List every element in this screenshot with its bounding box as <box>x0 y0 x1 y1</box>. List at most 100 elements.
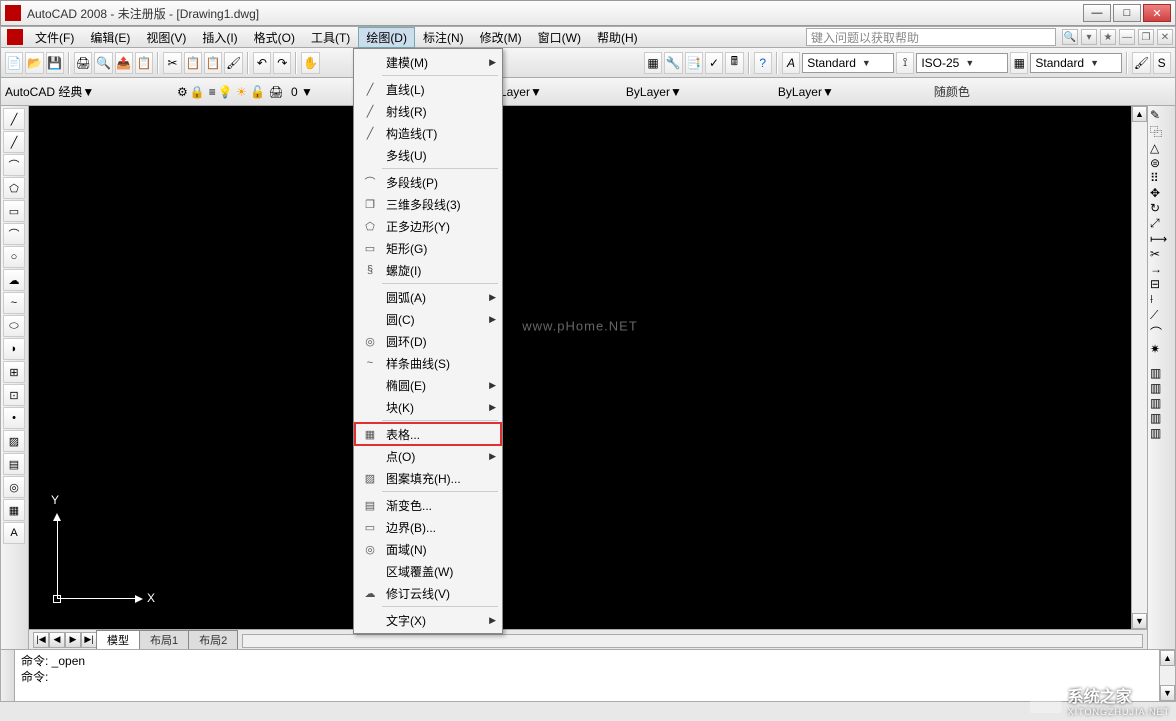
menu-format[interactable]: 格式(O) <box>246 27 303 48</box>
publish-icon[interactable]: 📤 <box>115 52 133 74</box>
menu-draw[interactable]: 绘图(D) <box>358 27 415 48</box>
menu-item-修订云线v[interactable]: ☁修订云线(V) <box>356 582 500 604</box>
pan-icon[interactable]: ✋ <box>301 52 319 74</box>
menu-item-表格[interactable]: ▦表格... <box>356 423 500 445</box>
tab-nav-next[interactable]: ▶ <box>65 632 81 648</box>
tablestyle-combo[interactable]: Standard▼ <box>1030 53 1122 73</box>
tab-layout2[interactable]: 布局2 <box>188 630 238 649</box>
layers-icon[interactable]: ≡ <box>209 85 216 99</box>
revcloud-icon[interactable]: ☁ <box>3 269 25 291</box>
gradient-icon[interactable]: ▤ <box>3 453 25 475</box>
extend-icon[interactable]: → <box>1150 262 1173 276</box>
match-icon[interactable]: 🖌 <box>224 52 242 74</box>
menu-window[interactable]: 窗口(W) <box>530 27 589 48</box>
menu-file[interactable]: 文件(F) <box>27 27 82 48</box>
tab-nav-last[interactable]: ▶| <box>81 632 97 648</box>
scroll-down-icon[interactable]: ▼ <box>1132 613 1147 629</box>
menu-item-点o[interactable]: 点(O)▶ <box>356 445 500 467</box>
dimstyle-icon[interactable]: ⟟ <box>896 52 914 74</box>
calc-icon[interactable]: 🖩 <box>725 52 743 74</box>
markup-icon[interactable]: ✓ <box>705 52 723 74</box>
trim-icon[interactable]: ✂ <box>1150 247 1173 261</box>
paste-icon[interactable]: 📋 <box>204 52 222 74</box>
menu-item-文字x[interactable]: 文字(X)▶ <box>356 609 500 631</box>
block-icon[interactable]: ▦ <box>644 52 662 74</box>
open-icon[interactable]: 📂 <box>25 52 43 74</box>
drawing-canvas[interactable]: www.pHome.NET Y X <box>29 106 1131 629</box>
rectangle-icon[interactable]: ▭ <box>3 200 25 222</box>
menu-item-面域n[interactable]: ◎面域(N) <box>356 538 500 560</box>
save-icon[interactable]: 💾 <box>46 52 64 74</box>
tablestyle-icon[interactable]: ▦ <box>1010 52 1028 74</box>
textstyle-icon[interactable]: A <box>782 52 800 74</box>
xline-icon[interactable]: ╱ <box>3 131 25 153</box>
menu-modify[interactable]: 修改(M) <box>472 27 530 48</box>
hatch-icon[interactable]: ▨ <box>3 430 25 452</box>
menu-edit[interactable]: 编辑(E) <box>82 27 138 48</box>
mirror-icon[interactable]: △ <box>1150 141 1173 155</box>
preview-icon[interactable]: 🔍 <box>94 52 112 74</box>
spline-icon[interactable]: ~ <box>3 292 25 314</box>
circle-icon[interactable]: ○ <box>3 246 25 268</box>
move-icon[interactable]: ✥ <box>1150 186 1173 200</box>
palette4-icon[interactable]: ▥ <box>1150 411 1173 425</box>
menu-view[interactable]: 视图(V) <box>138 27 194 48</box>
erase-icon[interactable]: ✎ <box>1150 108 1173 122</box>
menu-item-圆弧a[interactable]: 圆弧(A)▶ <box>356 286 500 308</box>
help-search-input[interactable]: 键入问题以获取帮助 <box>806 28 1056 46</box>
document-icon[interactable] <box>7 29 23 45</box>
close-button[interactable]: ✕ <box>1143 4 1171 22</box>
menu-item-样条曲线s[interactable]: ~样条曲线(S) <box>356 352 500 374</box>
pline-icon[interactable]: ⌒ <box>3 154 25 176</box>
stretch-icon[interactable]: ⟼ <box>1150 232 1173 246</box>
workspace-settings-icon[interactable]: ⚙ <box>177 85 188 99</box>
search-icon[interactable]: 🔍 <box>1062 29 1078 45</box>
fillet-icon[interactable]: ⌒ <box>1150 324 1173 341</box>
line-icon[interactable]: ╱ <box>3 108 25 130</box>
menu-tools[interactable]: 工具(T) <box>303 27 358 48</box>
menu-item-射线r[interactable]: ╱射线(R) <box>356 100 500 122</box>
join-icon[interactable]: ⟊ <box>1150 292 1173 307</box>
menu-item-三维多段线3[interactable]: ❐三维多段线(3) <box>356 193 500 215</box>
cut-icon[interactable]: ✂ <box>163 52 181 74</box>
menu-help[interactable]: 帮助(H) <box>589 27 646 48</box>
star-icon[interactable]: ★ <box>1100 29 1116 45</box>
more-icon[interactable]: S <box>1153 52 1171 74</box>
dropdown-icon[interactable]: ▾ <box>1081 29 1097 45</box>
print-icon[interactable]: 🖨 <box>74 52 92 74</box>
new-icon[interactable]: 📄 <box>5 52 23 74</box>
menu-dimension[interactable]: 标注(N) <box>415 27 472 48</box>
restore-doc-button[interactable]: ❐ <box>1138 29 1154 45</box>
palette1-icon[interactable]: ▥ <box>1150 366 1173 380</box>
polygon-icon[interactable]: ⬠ <box>3 177 25 199</box>
palette2-icon[interactable]: ▥ <box>1150 381 1173 395</box>
break-icon[interactable]: ⊟ <box>1150 277 1173 291</box>
sheet-icon[interactable]: 📑 <box>685 52 703 74</box>
tool-icon[interactable]: 🔧 <box>664 52 682 74</box>
tab-layout1[interactable]: 布局1 <box>139 630 189 649</box>
palette3-icon[interactable]: ▥ <box>1150 396 1173 410</box>
menu-item-矩形g[interactable]: ▭矩形(G) <box>356 237 500 259</box>
menu-item-多段线p[interactable]: ⌒多段线(P) <box>356 171 500 193</box>
textstyle-combo[interactable]: Standard▼ <box>802 53 894 73</box>
menu-item-正多边形y[interactable]: ⬠正多边形(Y) <box>356 215 500 237</box>
menu-item-边界b[interactable]: ▭边界(B)... <box>356 516 500 538</box>
undo-icon[interactable]: ↶ <box>253 52 271 74</box>
menu-insert[interactable]: 插入(I) <box>194 27 245 48</box>
close-doc-button[interactable]: ✕ <box>1157 29 1173 45</box>
linetype-combo[interactable]: ByLayer▼ <box>622 85 772 99</box>
copy-icon[interactable]: 📋 <box>184 52 202 74</box>
minimize-doc-button[interactable]: — <box>1119 29 1135 45</box>
ellipse-icon[interactable]: ⬭ <box>3 315 25 337</box>
mtext-icon[interactable]: A <box>3 522 25 544</box>
tab-model[interactable]: 模型 <box>96 630 140 649</box>
scale-icon[interactable]: ⤢ <box>1150 216 1173 231</box>
menu-item-块k[interactable]: 块(K)▶ <box>356 396 500 418</box>
makeblock-icon[interactable]: ⊡ <box>3 384 25 406</box>
menu-item-渐变色[interactable]: ▤渐变色... <box>356 494 500 516</box>
region-icon[interactable]: ◎ <box>3 476 25 498</box>
menu-item-建模m[interactable]: 建模(M)▶ <box>356 51 500 73</box>
arc-icon[interactable]: ⌒ <box>3 223 25 245</box>
scroll-up-icon[interactable]: ▲ <box>1132 106 1147 122</box>
help-icon[interactable]: ? <box>754 52 772 74</box>
